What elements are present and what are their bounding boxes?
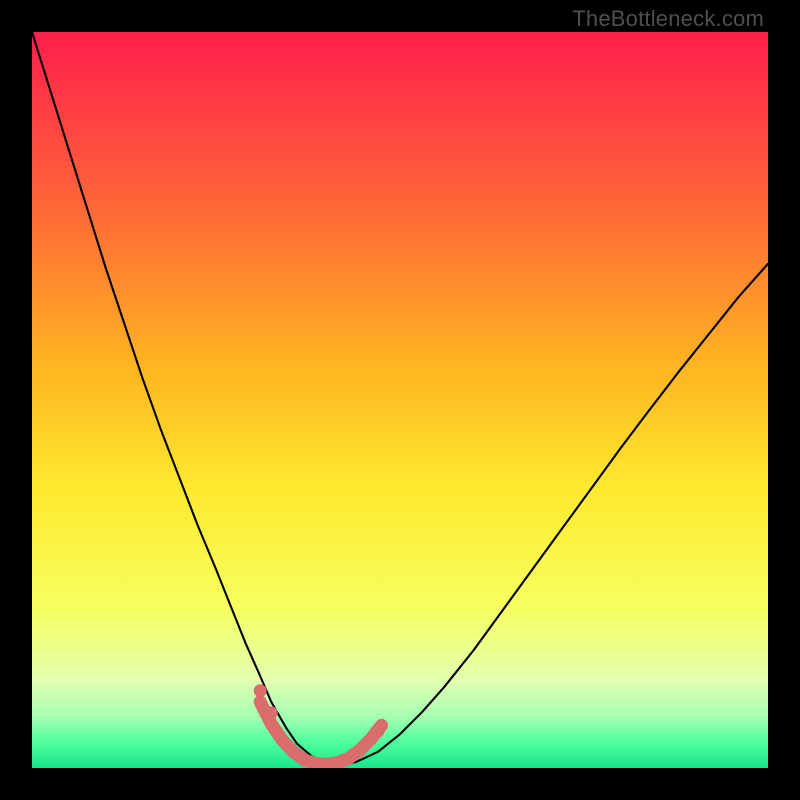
watermark-text: TheBottleneck.com [572,6,764,32]
marker-dots-point [371,725,384,738]
chart-svg [32,32,768,768]
outer-frame: TheBottleneck.com [0,0,800,800]
marker-dots-point [265,706,278,719]
chart-plot-area [32,32,768,768]
marker-dots-point [254,684,267,697]
